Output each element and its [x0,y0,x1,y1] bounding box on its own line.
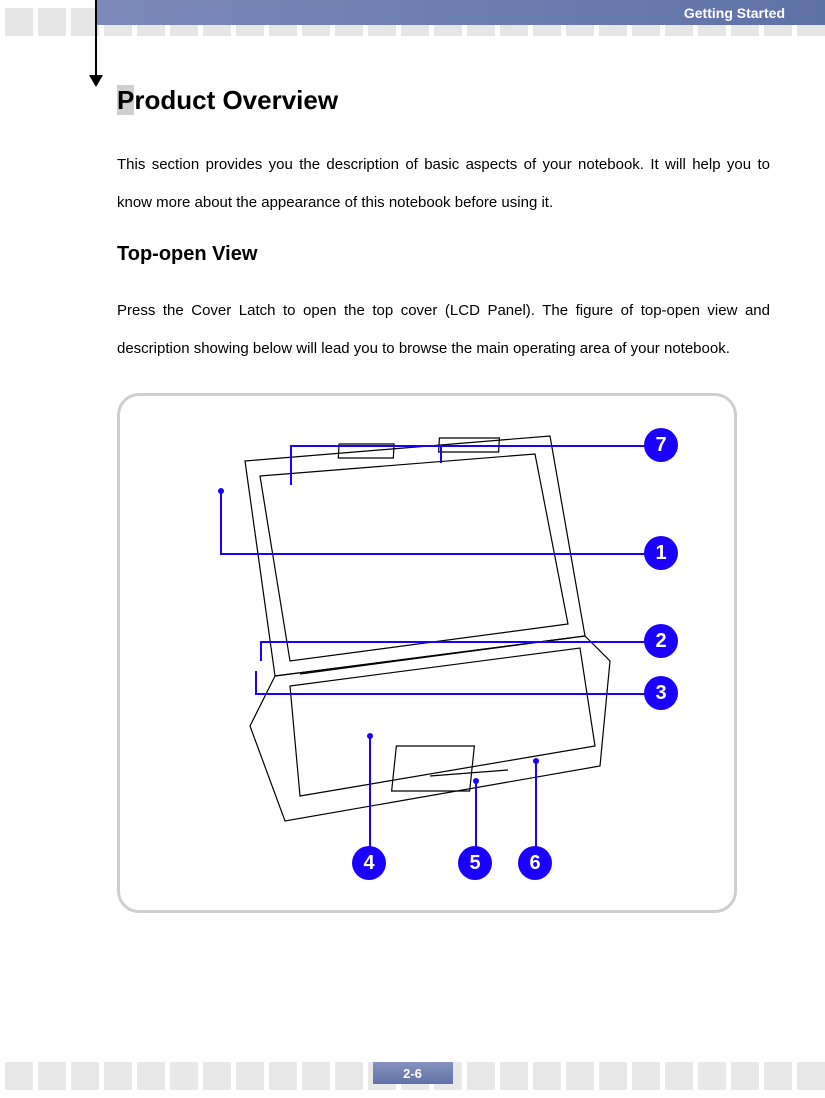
section-title: Getting Started [684,5,785,21]
figure-box: 7 1 2 3 4 5 6 [117,393,737,913]
deco-square [104,1062,132,1090]
deco-square [203,1062,231,1090]
callout-1: 1 [644,536,678,570]
leader-line [369,736,371,854]
deco-square [5,8,33,36]
deco-square [797,1062,825,1090]
intro-paragraph: This section provides you the descriptio… [117,146,770,221]
leader-line [475,781,477,854]
page-number: 2-6 [373,1062,453,1084]
deco-square [599,1062,627,1090]
leader-line [260,641,650,643]
deco-square [71,1062,99,1090]
deco-square [566,1062,594,1090]
deco-square [5,1062,33,1090]
callout-2: 2 [644,624,678,658]
deco-square [137,1062,165,1090]
deco-square [170,1062,198,1090]
deco-square [467,1062,495,1090]
deco-square [632,1062,660,1090]
callout-6: 6 [518,846,552,880]
deco-square [698,1062,726,1090]
leader-line [260,641,262,661]
callout-4: 4 [352,846,386,880]
deco-square [533,1062,561,1090]
leader-line [220,491,222,553]
leader-line [220,553,650,555]
section-header: Getting Started [95,0,825,25]
deco-square [38,1062,66,1090]
deco-square [38,8,66,36]
leader-line [255,693,650,695]
deco-square [764,1062,792,1090]
leader-line [290,445,292,485]
body-paragraph: Press the Cover Latch to open the top co… [117,292,770,367]
deco-square [302,1062,330,1090]
leader-line [440,445,442,463]
margin-line [95,0,97,82]
leader-line [255,671,257,693]
deco-square [269,1062,297,1090]
callout-7: 7 [644,428,678,462]
margin-arrow-icon [89,75,103,87]
deco-square [236,1062,264,1090]
leader-line [290,445,650,447]
leader-dot [533,758,539,764]
title-text: roduct Overview [134,85,338,115]
leader-dot [218,488,224,494]
leader-dot [367,733,373,739]
deco-square [731,1062,759,1090]
callout-5: 5 [458,846,492,880]
deco-square [665,1062,693,1090]
leader-dot [473,778,479,784]
page-title: Product Overview [117,85,770,116]
main-content: Product Overview This section provides y… [117,85,770,913]
section-subtitle: Top-open View [117,243,770,266]
callout-3: 3 [644,676,678,710]
deco-square [500,1062,528,1090]
title-highlight: P [117,85,134,115]
deco-square [335,1062,363,1090]
leader-line [535,761,537,854]
page-number-text: 2-6 [403,1066,422,1081]
